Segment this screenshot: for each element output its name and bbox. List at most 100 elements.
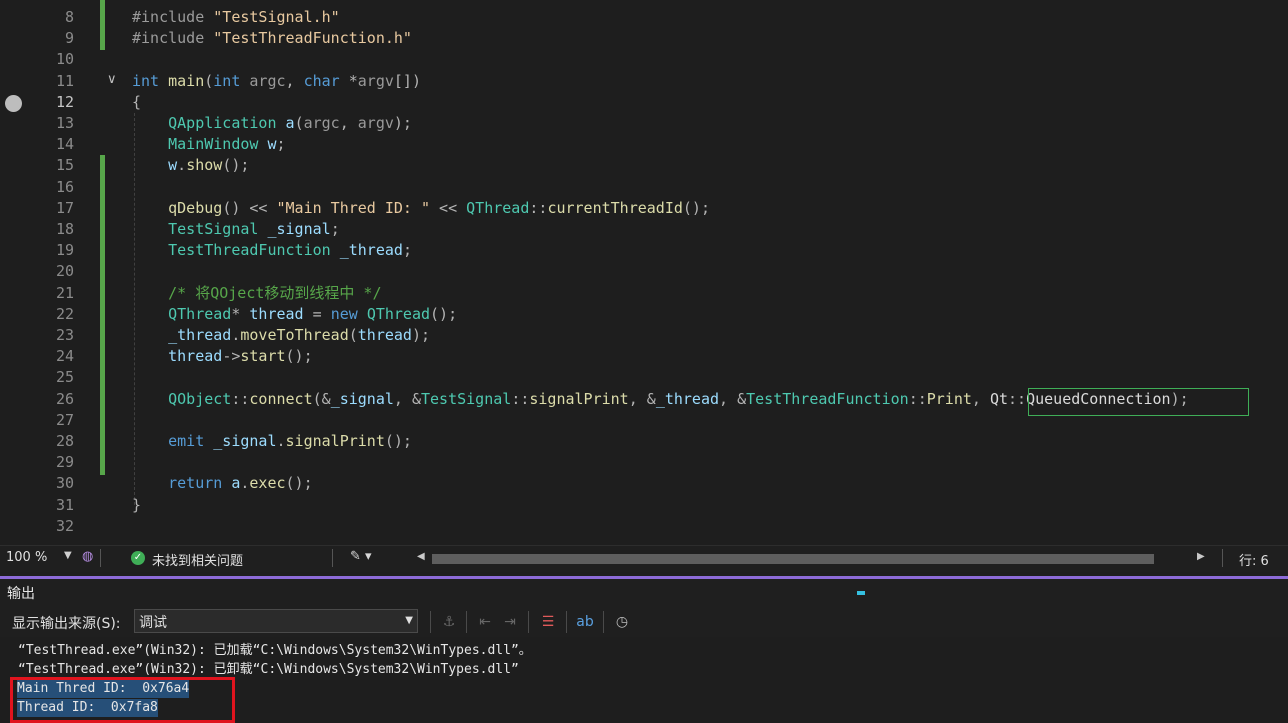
queued-connection-highlight bbox=[1028, 388, 1249, 416]
code-line[interactable]: 14 MainWindow w; bbox=[0, 134, 1288, 155]
line-number: 24 bbox=[55, 347, 74, 366]
divider bbox=[603, 611, 604, 633]
code-line[interactable]: 21 /* 将QOject移动到线程中 */ bbox=[0, 283, 1288, 304]
output-toolbar: 显示输出来源(S): 调试 ▼ ⚓ ⇤ ⇥ ☰ ab ◷ bbox=[0, 605, 1288, 637]
output-panel-header: 输出 bbox=[0, 579, 1288, 605]
line-number: 11 bbox=[55, 71, 74, 90]
output-source-select[interactable]: 调试 ▼ bbox=[134, 609, 418, 633]
code-line[interactable]: 18 TestSignal _signal; bbox=[0, 219, 1288, 240]
divider bbox=[528, 611, 529, 633]
code-line[interactable]: 9 #include "TestThreadFunction.h" bbox=[0, 28, 1288, 49]
code-text: } bbox=[132, 495, 142, 514]
output-source-label: 显示输出来源(S): bbox=[12, 616, 121, 632]
divider bbox=[100, 549, 101, 567]
line-number: 12 bbox=[55, 92, 74, 111]
code-line[interactable]: 12 { bbox=[0, 92, 1288, 113]
code-line[interactable]: 15 w.show(); bbox=[0, 155, 1288, 176]
horizontal-scrollbar[interactable] bbox=[432, 554, 1154, 564]
zoom-dropdown-icon[interactable]: ▼ bbox=[64, 550, 72, 561]
zoom-level[interactable]: 100 % bbox=[6, 550, 47, 565]
line-number: 17 bbox=[55, 198, 74, 217]
divider bbox=[466, 611, 467, 633]
code-line[interactable]: 29 bbox=[0, 452, 1288, 473]
code-text: QApplication a(argc, argv); bbox=[168, 114, 412, 132]
line-number: 32 bbox=[55, 516, 74, 535]
line-number: 13 bbox=[55, 114, 74, 132]
code-text: #include "TestSignal.h" bbox=[132, 8, 340, 26]
code-line[interactable]: 10 bbox=[0, 49, 1288, 70]
line-number: 30 bbox=[55, 474, 74, 493]
code-line[interactable]: 28 emit _signal.signalPrint(); bbox=[0, 431, 1288, 452]
code-text: return a.exec(); bbox=[168, 474, 313, 493]
code-text: int main(int argc, char *argv[]) bbox=[132, 71, 421, 90]
line-number: 21 bbox=[55, 283, 74, 302]
code-line[interactable]: 25 bbox=[0, 367, 1288, 388]
clear-all-icon[interactable]: ☰ bbox=[539, 613, 557, 631]
line-number: 15 bbox=[55, 156, 74, 175]
code-line[interactable]: 13 QApplication a(argc, argv); bbox=[0, 113, 1288, 134]
code-text: emit _signal.signalPrint(); bbox=[168, 432, 412, 450]
code-line[interactable]: 23 _thread.moveToThread(thread); bbox=[0, 325, 1288, 346]
scroll-right-icon[interactable]: ▶ bbox=[1197, 551, 1205, 562]
code-text: TestThreadFunction _thread; bbox=[168, 241, 412, 260]
word-wrap-icon[interactable]: ab bbox=[576, 613, 594, 631]
clock-icon[interactable]: ◷ bbox=[613, 613, 631, 631]
line-number: 8 bbox=[64, 8, 74, 26]
next-message-icon[interactable]: ⇥ bbox=[501, 613, 519, 631]
check-icon: ✓ bbox=[131, 551, 145, 565]
output-panel-title[interactable]: 输出 bbox=[7, 583, 35, 603]
line-number: 26 bbox=[55, 389, 74, 408]
code-line[interactable]: 16 bbox=[0, 177, 1288, 198]
output-source-value: 调试 bbox=[139, 615, 167, 631]
code-line[interactable]: 32 bbox=[0, 516, 1288, 537]
code-line[interactable]: 31} bbox=[0, 495, 1288, 516]
divider bbox=[566, 611, 567, 633]
code-line[interactable]: 17 qDebug() << "Main Thred ID: " << QThr… bbox=[0, 198, 1288, 219]
code-text: { bbox=[132, 92, 142, 111]
code-text: TestSignal _signal; bbox=[168, 220, 340, 238]
code-text: MainWindow w; bbox=[168, 135, 286, 154]
code-line[interactable]: 19 TestThreadFunction _thread; bbox=[0, 240, 1288, 261]
code-text: QThread* thread = new QThread(); bbox=[168, 304, 458, 323]
divider bbox=[1222, 549, 1223, 567]
issues-status[interactable]: 未找到相关问题 bbox=[152, 550, 243, 569]
code-line[interactable]: 22 QThread* thread = new QThread(); bbox=[0, 304, 1288, 325]
code-text: thread->start(); bbox=[168, 347, 313, 366]
code-line[interactable]: 11 int main(int argc, char *argv[]) bbox=[0, 71, 1288, 92]
find-message-icon[interactable]: ⚓ bbox=[440, 613, 458, 631]
previous-message-icon[interactable]: ⇤ bbox=[476, 613, 494, 631]
output-line: “TestThread.exe”(Win32): 已加载“C:\Windows\… bbox=[18, 643, 532, 658]
code-text: _thread.moveToThread(thread); bbox=[168, 326, 431, 344]
code-line[interactable]: 20 bbox=[0, 261, 1288, 282]
code-text: qDebug() << "Main Thred ID: " << QThread… bbox=[168, 198, 710, 217]
line-number: 31 bbox=[55, 495, 74, 514]
line-number: 14 bbox=[55, 135, 74, 154]
line-number: 18 bbox=[55, 220, 74, 238]
scroll-left-icon[interactable]: ◀ bbox=[417, 551, 425, 562]
line-number: 9 bbox=[64, 29, 74, 48]
drag-handle[interactable] bbox=[857, 591, 865, 595]
code-text: w.show(); bbox=[168, 156, 250, 175]
code-line[interactable]: 8 #include "TestSignal.h" bbox=[0, 7, 1288, 28]
code-editor[interactable]: ∨ 8 #include "TestSignal.h" 9 #include "Tes… bbox=[0, 0, 1288, 545]
code-cleanup-icon[interactable]: ✎ ▾ bbox=[350, 549, 372, 564]
line-number: 23 bbox=[55, 326, 74, 344]
line-number: 22 bbox=[55, 304, 74, 323]
annotation-box bbox=[10, 677, 235, 723]
line-number: 10 bbox=[55, 50, 74, 69]
code-text: /* 将QOject移动到线程中 */ bbox=[168, 283, 382, 302]
divider bbox=[332, 549, 333, 567]
line-number: 28 bbox=[55, 432, 74, 450]
copilot-icon[interactable]: ◍ bbox=[82, 549, 93, 564]
line-number: 20 bbox=[55, 262, 74, 281]
line-number: 29 bbox=[55, 453, 74, 472]
line-number: 27 bbox=[55, 410, 74, 429]
line-number: 19 bbox=[55, 241, 74, 260]
code-line[interactable]: 30 return a.exec(); bbox=[0, 473, 1288, 494]
line-number: 16 bbox=[55, 177, 74, 196]
row-indicator[interactable]: 行: 6 bbox=[1239, 550, 1269, 569]
code-line[interactable]: 24 thread->start(); bbox=[0, 346, 1288, 367]
divider bbox=[430, 611, 431, 633]
chevron-down-icon: ▼ bbox=[405, 615, 413, 626]
code-text: #include "TestThreadFunction.h" bbox=[132, 29, 412, 48]
